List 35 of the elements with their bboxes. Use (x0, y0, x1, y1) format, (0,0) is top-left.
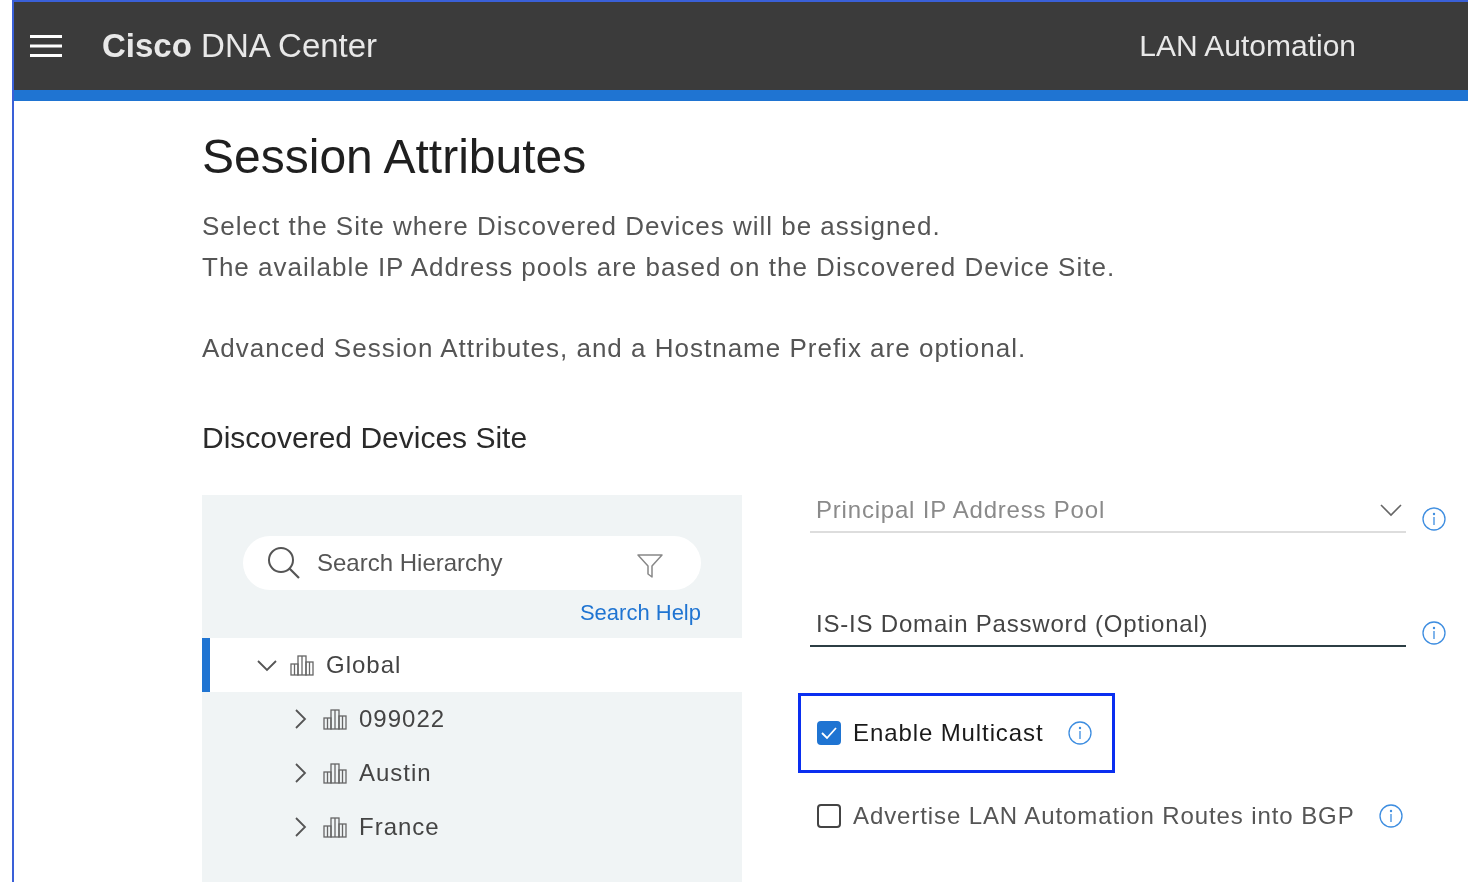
search-help-link[interactable]: Search Help (579, 600, 701, 626)
search-field[interactable]: Search Hierarchy (243, 536, 701, 590)
input-field[interactable]: IS-IS Domain Password (Optional) (810, 609, 1406, 647)
description-text: Select the Site where Discovered Devices will be assigned. (202, 210, 942, 243)
info-icon[interactable] (1422, 507, 1446, 531)
buildings-icon (323, 708, 347, 730)
dropdown-field[interactable]: Principal IP Address Pool (810, 495, 1406, 533)
checkbox-label: Enable Multicast (853, 719, 1044, 747)
checkbox-label: Advertise LAN Automation Routes into BGP (853, 802, 1355, 830)
info-icon[interactable] (1378, 804, 1403, 828)
filter-icon[interactable] (637, 553, 663, 579)
checkbox[interactable] (817, 804, 841, 828)
section-heading: Discovered Devices Site (202, 421, 529, 455)
search-input[interactable]: Search Hierarchy (315, 548, 637, 578)
page-heading: Session Attributes (202, 129, 588, 184)
page-title: LAN Automation (1139, 29, 1356, 63)
password-input[interactable]: IS-IS Domain Password (Optional) (814, 609, 1402, 639)
checkbox[interactable] (817, 721, 841, 745)
tree-item[interactable]: 099022 (202, 692, 742, 746)
description-text: Advanced Session Attributes, and a Hostname Prefix are optional. (202, 332, 1028, 365)
menu-icon[interactable] (30, 34, 62, 58)
tree-item[interactable]: France (202, 800, 742, 854)
check-icon (820, 726, 838, 740)
tree-item[interactable]: Global (202, 638, 742, 692)
dropdown-input[interactable]: Principal IP Address Pool (814, 495, 1380, 525)
info-icon[interactable] (1422, 621, 1446, 645)
info-icon[interactable] (1067, 721, 1092, 745)
description-text: The available IP Address pools are based on the Discovered Device Site. (202, 251, 1117, 284)
search-icon (267, 546, 301, 580)
tree-item[interactable]: Austin (202, 746, 742, 800)
buildings-icon (323, 762, 347, 784)
buildings-icon (290, 654, 314, 676)
app-title: Cisco DNA Center (102, 27, 378, 65)
chevron-down-icon[interactable] (1380, 503, 1402, 517)
buildings-icon (323, 816, 347, 838)
